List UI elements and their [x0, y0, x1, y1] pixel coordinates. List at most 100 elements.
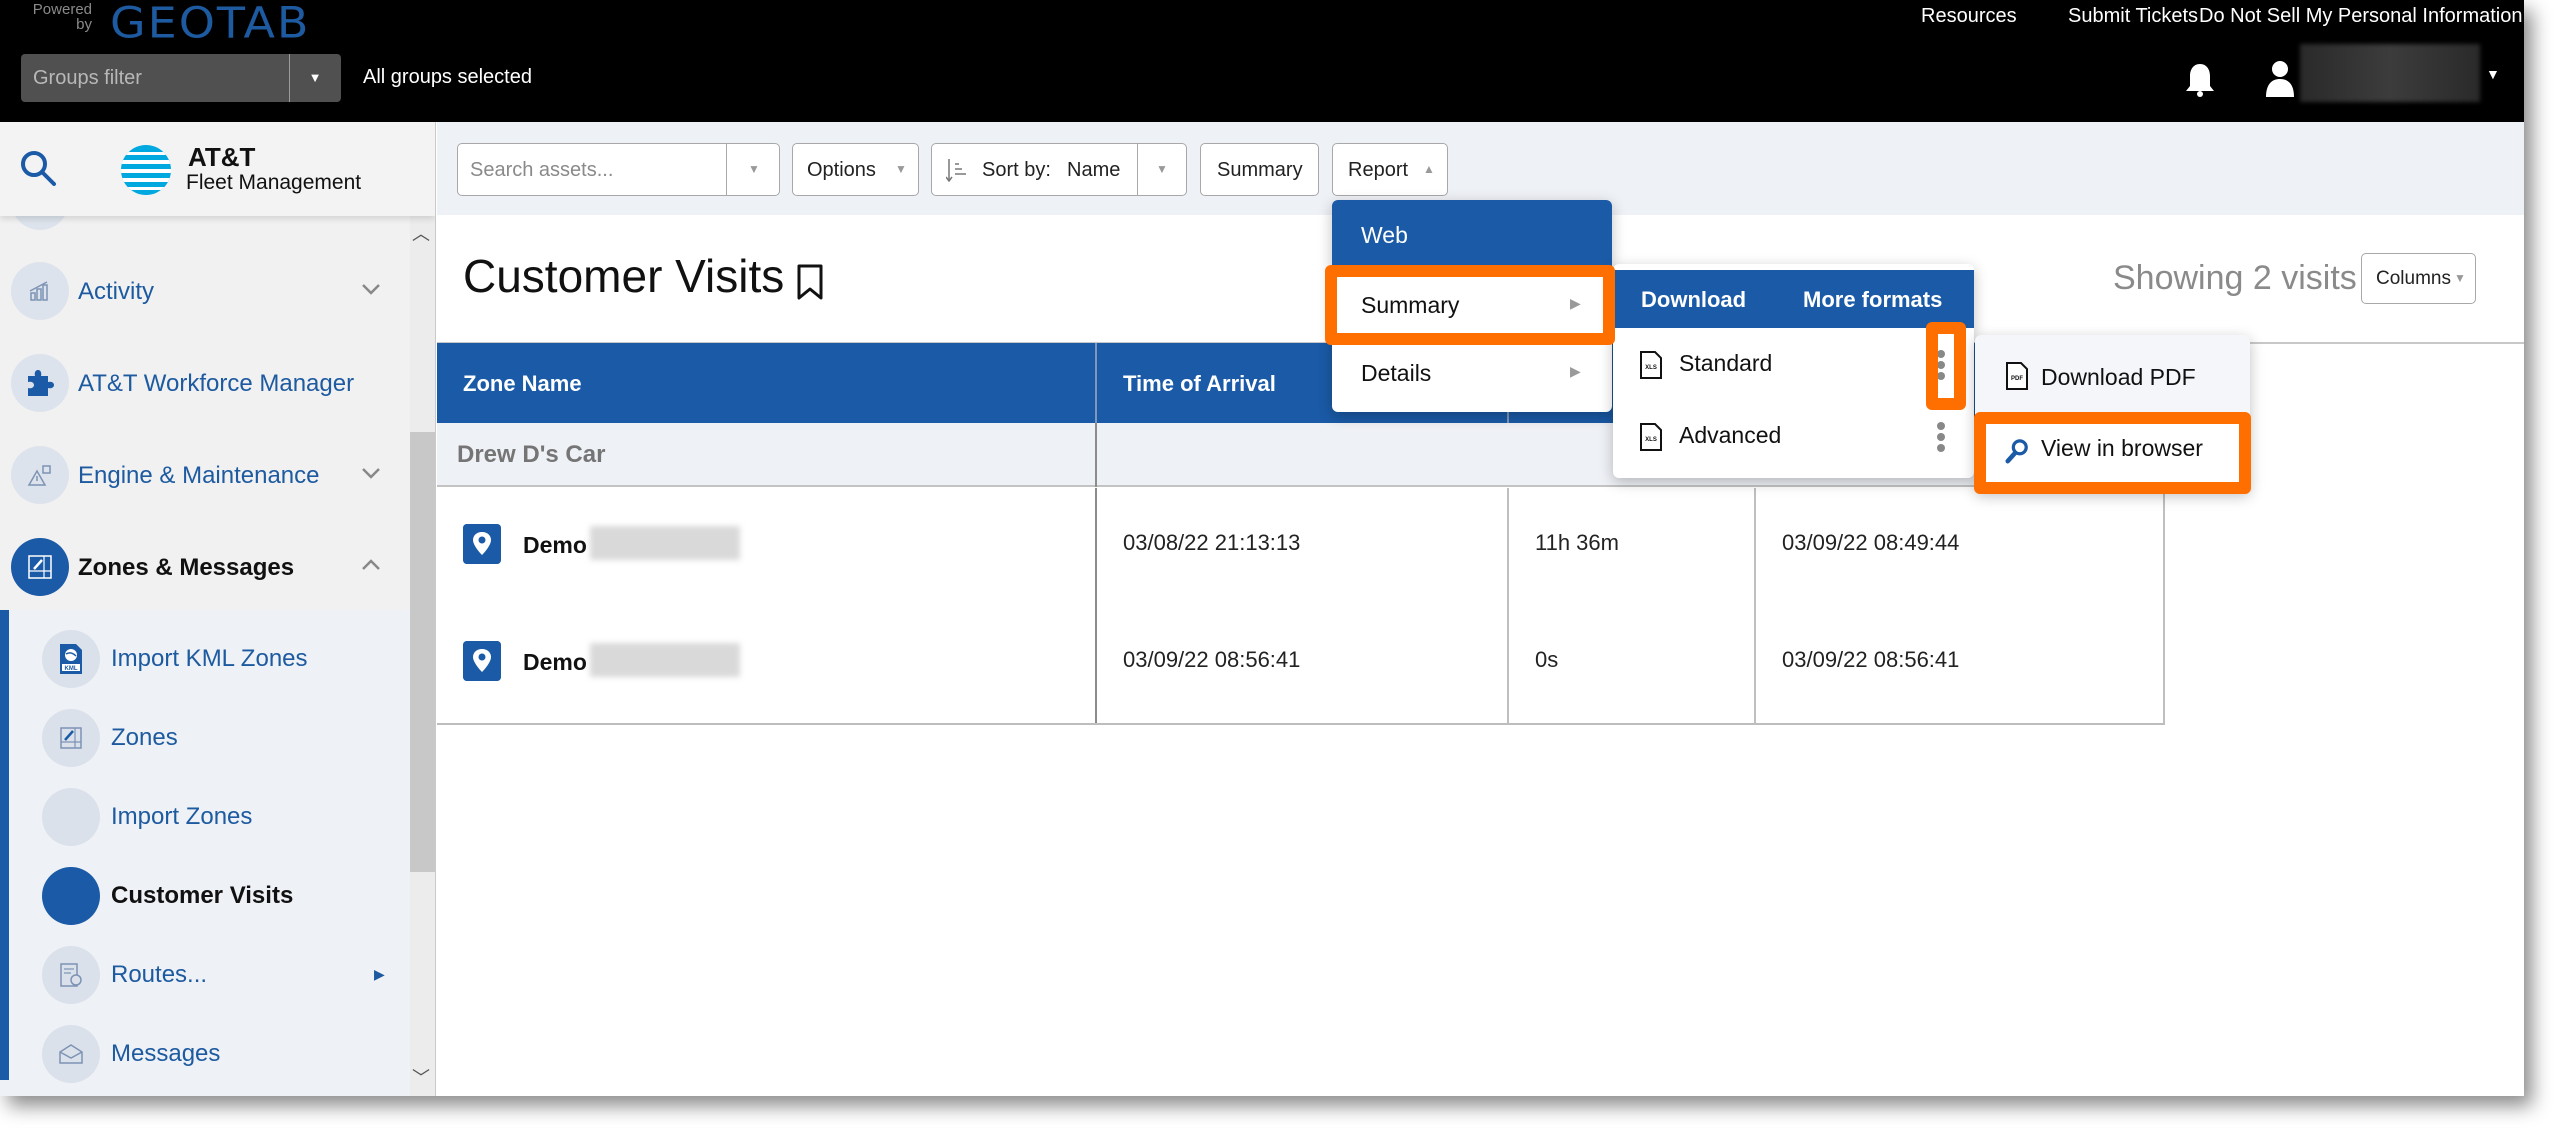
zone-cell: Demo — [437, 605, 1097, 723]
zone-cell: Demo — [437, 488, 1097, 606]
summary-button[interactable]: Summary — [1200, 143, 1319, 196]
submenu-item-standard[interactable]: XLS Standard — [1613, 328, 1974, 400]
summary-label: Summary — [1217, 159, 1303, 181]
duration-cell: 0s — [1509, 605, 1756, 723]
geotab-logo: GEOTAB — [110, 0, 311, 48]
menu-item-label: Details — [1361, 360, 1432, 386]
scroll-up-icon[interactable]: ︿ — [412, 220, 430, 246]
sidebar-subitem-routes[interactable]: Routes... ▶ — [0, 936, 410, 1014]
routes-icon — [42, 946, 100, 1004]
sidebar-item-activity[interactable]: Activity — [0, 252, 410, 330]
sidebar-item-label: Activity — [78, 278, 155, 305]
xls-file-icon: XLS — [1640, 351, 1662, 379]
column-header-zone-name[interactable]: Zone Name — [437, 343, 1097, 423]
zones-icon — [42, 709, 100, 767]
sidebar-item-engine-maintenance[interactable]: Engine & Maintenance — [0, 436, 410, 514]
tab-download[interactable]: Download — [1641, 287, 1746, 313]
sidebar-item-zones-messages[interactable]: Zones & Messages — [0, 528, 410, 606]
bell-icon[interactable] — [2183, 62, 2217, 98]
import-zones-icon — [42, 788, 100, 846]
sidebar-item-label: AT&T Workforce Manager — [78, 370, 355, 397]
zone-name-redacted — [590, 526, 740, 560]
submenu-item-label: Advanced — [1679, 422, 1782, 448]
customer-visits-icon — [42, 867, 100, 925]
search-assets-placeholder: Search assets... — [470, 159, 614, 181]
svg-text:XLS: XLS — [1645, 365, 1657, 371]
submit-tickets-link[interactable]: Submit Tickets — [2068, 5, 2198, 28]
groups-filter-dropdown-icon[interactable]: ▼ — [289, 54, 341, 102]
format-menu-item-label: View in browser — [2041, 435, 2203, 461]
sort-button[interactable]: Sort by: Name ▼ — [931, 143, 1187, 196]
search-icon[interactable] — [18, 148, 58, 188]
options-button[interactable]: Options ▼ — [792, 143, 919, 196]
submenu-arrow-icon[interactable]: ▶ — [374, 966, 385, 983]
puzzle-icon — [11, 354, 69, 412]
chevron-up-icon[interactable] — [360, 554, 382, 576]
resources-link[interactable]: Resources — [1921, 5, 2017, 28]
bar-chart-icon — [11, 262, 69, 320]
sidebar-subitem-zones[interactable]: Zones — [0, 699, 410, 777]
sidebar-subitem-label: Import Zones — [111, 803, 253, 830]
logo-title: AT&T — [188, 142, 256, 172]
report-menu-item-summary[interactable]: Summary ▶ — [1332, 270, 1612, 338]
group-name: Drew D's Car — [457, 441, 606, 468]
scroll-down-icon[interactable]: ﹀ — [412, 1064, 430, 1090]
table-row[interactable]: Demo 03/09/22 08:56:41 0s 03/09/22 08:56… — [437, 605, 2165, 723]
sidebar-subitem-import-zones[interactable]: Import Zones — [0, 778, 410, 856]
kml-file-icon: KML — [42, 630, 100, 688]
chevron-down-icon[interactable] — [360, 462, 382, 484]
report-menu-item-details[interactable]: Details ▶ — [1332, 338, 1612, 406]
top-bar: Powered by GEOTAB Groups filter ▼ All gr… — [0, 0, 2524, 122]
divider — [726, 144, 727, 195]
caret-down-icon[interactable]: ▼ — [2486, 66, 2500, 82]
sidebar-subitem-label: Zones — [111, 724, 178, 751]
groups-filter-input[interactable]: Groups filter ▼ — [21, 54, 341, 102]
format-menu-item-download-pdf[interactable]: PDF Download PDF — [1975, 340, 2250, 412]
sidebar-item-workforce-manager[interactable]: AT&T Workforce Manager — [0, 344, 410, 422]
format-menu-item-view-in-browser[interactable]: View in browser — [1975, 415, 2250, 487]
chevron-down-icon[interactable] — [360, 278, 382, 300]
pdf-file-icon: PDF — [2006, 362, 2028, 390]
app-window: Powered by GEOTAB Groups filter ▼ All gr… — [0, 0, 2524, 1096]
search-assets-input[interactable]: Search assets... ▼ — [457, 143, 780, 196]
sidebar-subitem-label: Import KML Zones — [111, 645, 308, 672]
duration: 11h 36m — [1535, 530, 1619, 555]
table-row[interactable]: Demo 03/08/22 21:13:13 11h 36m 03/09/22 … — [437, 488, 2165, 606]
sidebar-subitem-messages[interactable]: Messages — [0, 1015, 410, 1093]
submenu-tabs: Download More formats — [1613, 270, 1974, 328]
zone-pin-icon — [463, 524, 501, 564]
report-menu: Web Summary ▶ Details ▶ — [1332, 200, 1612, 412]
envelope-icon — [42, 1025, 100, 1083]
zones-icon — [11, 538, 69, 596]
sidebar-scrollbar-thumb[interactable] — [410, 432, 435, 872]
powered-by-label: Powered by — [32, 1, 92, 33]
format-menu-item-label: Download PDF — [2041, 364, 2196, 390]
report-label: Report — [1348, 159, 1409, 181]
sidebar-item-label: Engine & Maintenance — [78, 462, 320, 489]
tab-more-formats[interactable]: More formats — [1803, 287, 1942, 313]
page-title: Customer Visits — [463, 250, 785, 302]
submenu-arrow-icon: ▶ — [1570, 363, 1581, 379]
bookmark-icon[interactable] — [795, 263, 825, 301]
zone-pin-icon — [463, 641, 501, 681]
submenu-item-label: Standard — [1679, 350, 1773, 376]
chevron-down-icon[interactable]: ▼ — [1156, 162, 1168, 176]
do-not-sell-link[interactable]: Do Not Sell My Personal Information — [2199, 5, 2522, 28]
zone-name-redacted — [590, 643, 740, 677]
more-options-icon[interactable] — [1936, 422, 1946, 452]
sidebar-subitem-import-kml-zones[interactable]: KML Import KML Zones — [0, 620, 410, 698]
columns-button[interactable]: Columns ▼ — [2361, 253, 2476, 304]
user-name-redacted — [2300, 44, 2480, 102]
engine-warning-icon — [11, 446, 69, 504]
departure-cell: 03/09/22 08:49:44 — [1756, 488, 2165, 606]
chevron-down-icon[interactable]: ▼ — [748, 162, 760, 176]
report-button[interactable]: Report ▲ — [1332, 143, 1448, 196]
sidebar-subitem-customer-visits[interactable]: Customer Visits — [0, 857, 410, 935]
sort-by-value: Name — [1067, 159, 1121, 181]
user-icon[interactable] — [2265, 60, 2295, 98]
submenu-item-advanced[interactable]: XLS Advanced — [1613, 400, 1974, 472]
more-options-icon[interactable] — [1936, 350, 1946, 380]
magnifier-icon — [2005, 439, 2028, 464]
sidebar-subitem-label: Customer Visits — [111, 882, 294, 909]
report-menu-item-web[interactable]: Web — [1332, 200, 1612, 268]
